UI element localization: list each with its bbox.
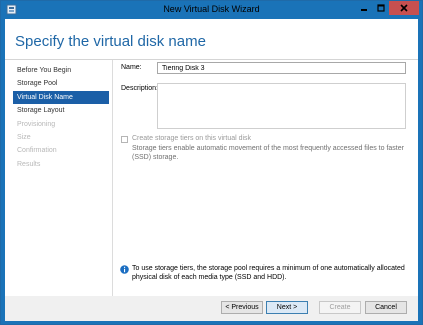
nav-item-storage-pool[interactable]: Storage Pool <box>13 77 109 90</box>
wizard-nav: Before You Begin Storage Pool Virtual Di… <box>13 64 109 171</box>
maximize-button[interactable] <box>372 1 389 15</box>
description-label: Description: <box>121 85 158 92</box>
nav-item-virtual-disk-name[interactable]: Virtual Disk Name <box>13 90 109 104</box>
nav-item-confirmation: Confirmation <box>17 147 57 155</box>
heading-area: Specify the virtual disk name <box>5 19 418 59</box>
cancel-button[interactable]: Cancel <box>365 301 407 314</box>
title-bar[interactable]: New Virtual Disk Wizard <box>1 1 422 19</box>
previous-button[interactable]: < Previous <box>221 301 263 314</box>
next-button[interactable]: Next > <box>266 301 308 314</box>
wizard-body: Before You Begin Storage Pool Virtual Di… <box>5 60 418 296</box>
storage-tiers-info: To use storage tiers, the storage pool r… <box>132 265 405 281</box>
nav-item-provisioning: Provisioning <box>17 120 56 128</box>
storage-tiers-label: Create storage tiers on this virtual dis… <box>132 135 252 142</box>
minimize-icon <box>360 9 367 11</box>
nav-item-results: Results <box>17 160 41 168</box>
name-label: Name: <box>121 64 142 71</box>
nav-divider <box>112 60 113 296</box>
description-field[interactable] <box>157 83 406 129</box>
info-icon <box>120 265 129 274</box>
nav-item-size: Size <box>17 133 31 141</box>
wizard-footer: < Previous Next > Create Cancel <box>5 296 418 321</box>
close-button[interactable] <box>389 1 419 15</box>
nav-item-before-you-begin[interactable]: Before You Begin <box>13 64 109 77</box>
maximize-icon <box>376 4 385 12</box>
create-button: Create <box>319 301 361 314</box>
wizard-window: New Virtual Disk Wizard Specify the virt… <box>0 0 423 325</box>
close-icon <box>400 4 408 12</box>
storage-tiers-help: Storage tiers enable automatic movement … <box>132 145 404 161</box>
minimize-button[interactable] <box>355 1 372 15</box>
name-field[interactable] <box>157 62 406 74</box>
page-title: Specify the virtual disk name <box>15 33 206 50</box>
nav-item-storage-layout[interactable]: Storage Layout <box>13 104 109 117</box>
storage-tiers-checkbox[interactable] <box>121 136 128 143</box>
